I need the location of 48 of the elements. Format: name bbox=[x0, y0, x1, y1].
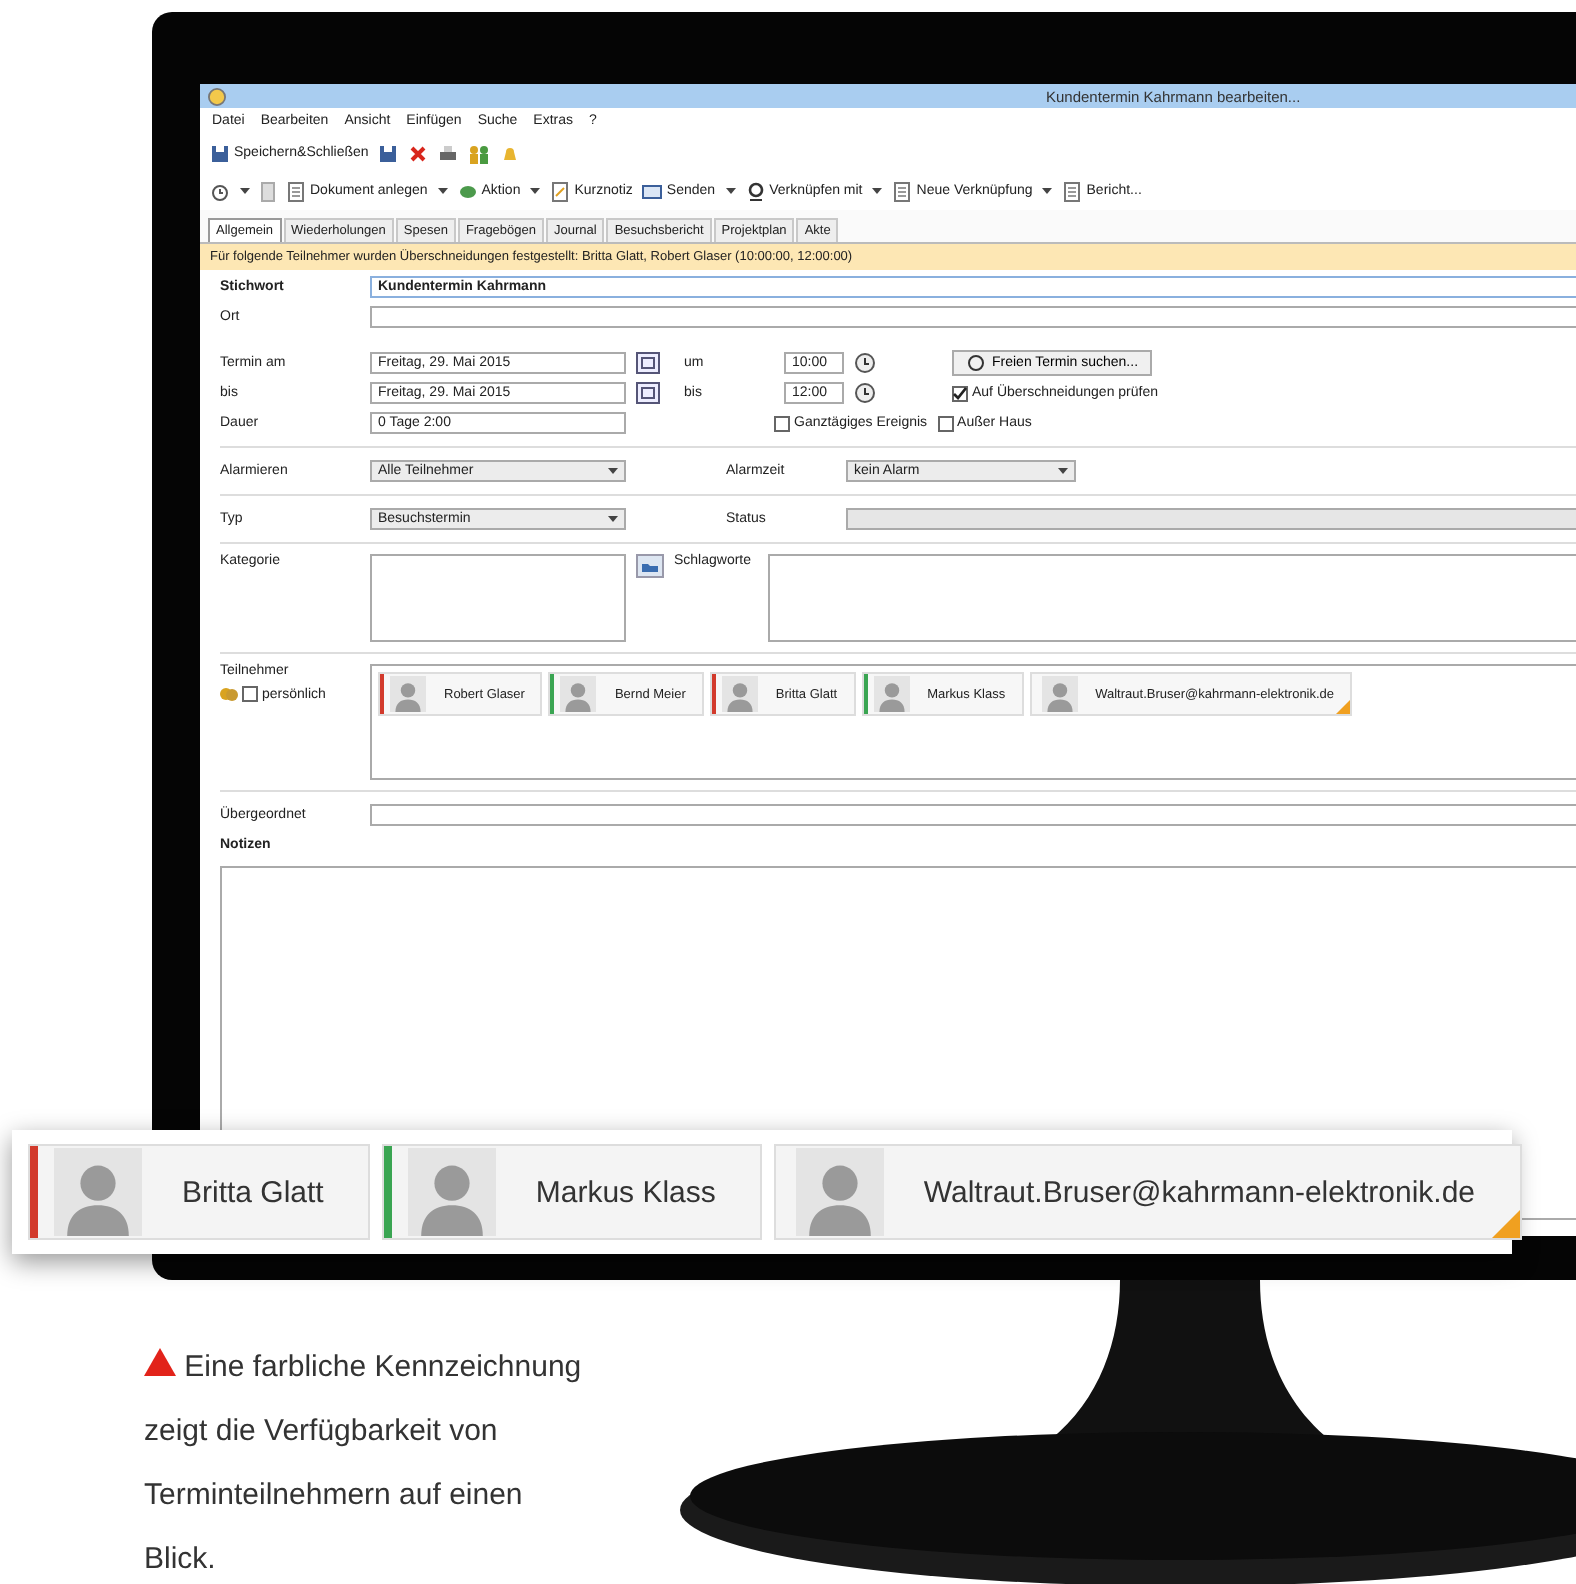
people-icon[interactable] bbox=[468, 143, 491, 163]
avatar-icon bbox=[390, 676, 426, 712]
attendee-chip[interactable]: Markus Klass bbox=[381, 1144, 762, 1240]
status-field[interactable] bbox=[846, 508, 1576, 530]
checkbox[interactable] bbox=[952, 385, 968, 401]
document-icon bbox=[1062, 181, 1083, 201]
caption-text: Eine farbliche Kennzeichnung zeigt die Verfügbarkeit von Terminteilnehmern auf einen Blick. bbox=[144, 1346, 584, 1580]
calendar-icon[interactable] bbox=[636, 352, 660, 374]
close-icon[interactable] bbox=[408, 143, 429, 163]
checkbox[interactable] bbox=[242, 686, 258, 702]
avatar-icon bbox=[54, 1148, 142, 1236]
triangle-icon bbox=[144, 1348, 176, 1376]
caret-icon bbox=[608, 515, 618, 523]
clock-icon[interactable] bbox=[854, 382, 876, 404]
avatar-icon bbox=[795, 1148, 884, 1236]
caret-icon bbox=[1058, 467, 1068, 475]
envelope-icon bbox=[642, 181, 663, 201]
checkbox[interactable] bbox=[937, 415, 954, 431]
alarm-clock-button[interactable] bbox=[210, 181, 250, 201]
calendar-icon[interactable] bbox=[636, 382, 660, 404]
caret-icon bbox=[240, 187, 250, 195]
input-field[interactable] bbox=[370, 804, 1576, 826]
app-icon bbox=[208, 87, 226, 105]
clock-icon[interactable] bbox=[854, 352, 876, 374]
avatar-icon bbox=[873, 676, 910, 712]
avatar-icon bbox=[560, 676, 597, 712]
folder-icon[interactable] bbox=[636, 554, 664, 578]
checkbox[interactable] bbox=[774, 415, 790, 431]
attendee-name: Markus Klass bbox=[535, 1175, 716, 1209]
keywords-field[interactable] bbox=[768, 554, 1576, 642]
attendee-name: Britta Glatt bbox=[182, 1175, 324, 1209]
document-icon bbox=[286, 181, 306, 201]
attendee-chip[interactable]: Waltraut.Bruser@kahrmann-elektronik.de bbox=[773, 1144, 1522, 1240]
attendee-chip[interactable]: Britta Glatt bbox=[28, 1144, 370, 1240]
save-icon[interactable] bbox=[378, 143, 399, 163]
document-icon bbox=[892, 181, 913, 201]
note-icon bbox=[550, 181, 571, 201]
avatar-icon bbox=[1041, 676, 1078, 712]
caret-icon bbox=[608, 467, 618, 475]
ellipse-icon bbox=[457, 181, 478, 201]
avatar-icon bbox=[407, 1148, 496, 1236]
attendee-name: Waltraut.Bruser@kahrmann-elektronik.de bbox=[923, 1175, 1476, 1209]
input-field[interactable] bbox=[370, 306, 1576, 328]
category-field[interactable] bbox=[370, 554, 626, 642]
avatar-icon bbox=[721, 676, 758, 712]
save-icon bbox=[210, 143, 230, 163]
people-icon bbox=[220, 687, 238, 701]
printer-icon[interactable] bbox=[438, 143, 459, 163]
